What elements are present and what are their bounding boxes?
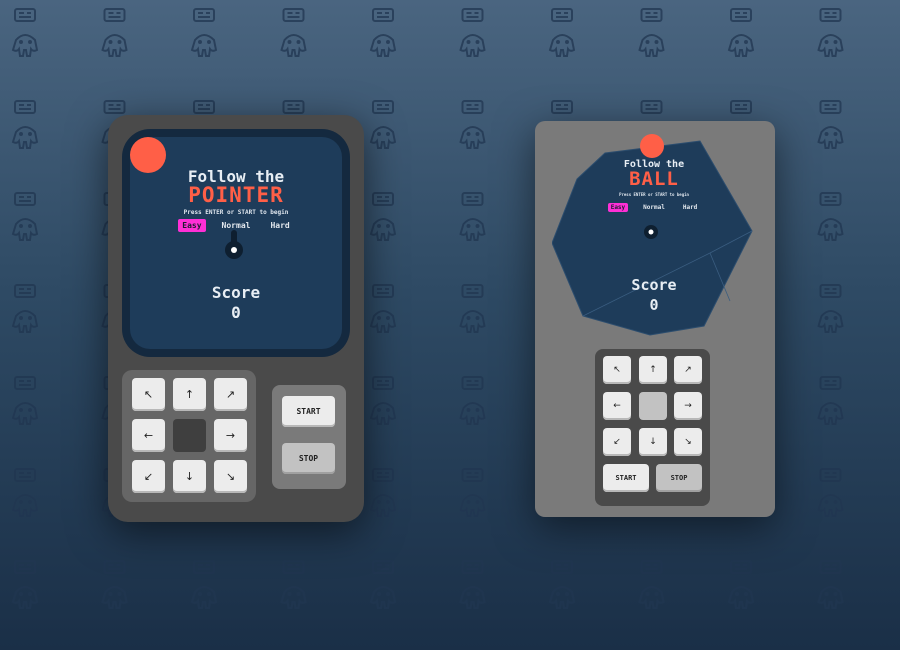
pointer-center-dot xyxy=(231,247,237,253)
start-button[interactable]: START xyxy=(603,464,649,492)
down-left-button[interactable]: ↙ xyxy=(132,460,165,493)
control-panel: START STOP xyxy=(272,385,346,489)
left-button[interactable]: ← xyxy=(132,419,165,452)
stop-button[interactable]: STOP xyxy=(282,443,335,474)
ball-game-device: Follow the BALL Press ENTER or START to … xyxy=(535,121,775,517)
up-button[interactable]: ↑ xyxy=(639,356,667,384)
target-ball xyxy=(130,137,166,173)
direction-pad: ↖ ↑ ↗ ← → ↙ ↓ ↘ xyxy=(122,370,256,502)
score-label: Score xyxy=(211,283,261,302)
stop-button[interactable]: STOP xyxy=(656,464,702,492)
score-value: 0 xyxy=(231,303,241,322)
up-button[interactable]: ↑ xyxy=(173,378,206,411)
up-left-button[interactable]: ↖ xyxy=(603,356,631,384)
score-label: Score xyxy=(631,276,677,294)
down-button[interactable]: ↓ xyxy=(639,428,667,456)
score-value: 0 xyxy=(649,296,659,314)
up-right-button[interactable]: ↗ xyxy=(674,356,702,384)
up-left-button[interactable]: ↖ xyxy=(132,378,165,411)
right-button[interactable]: → xyxy=(674,392,702,420)
dpad-center xyxy=(639,392,667,420)
down-left-button[interactable]: ↙ xyxy=(603,428,631,456)
down-button[interactable]: ↓ xyxy=(173,460,206,493)
down-right-button[interactable]: ↘ xyxy=(214,460,247,493)
pointer-center-dot xyxy=(648,229,654,235)
right-button[interactable]: → xyxy=(214,419,247,452)
pointer-game-device: Follow the POINTER Press ENTER or START … xyxy=(108,115,364,522)
game-screen-display: Follow the POINTER Press ENTER or START … xyxy=(130,137,342,349)
direction-pad: ↖ ↑ ↗ ← → ↙ ↓ ↘ START STOP xyxy=(595,349,710,506)
target-ball xyxy=(640,134,664,158)
start-button[interactable]: START xyxy=(282,396,335,427)
down-right-button[interactable]: ↘ xyxy=(674,428,702,456)
left-button[interactable]: ← xyxy=(603,392,631,420)
dpad-center xyxy=(173,419,206,452)
game-screen-display: Follow the BALL Press ENTER or START to … xyxy=(552,131,756,337)
up-right-button[interactable]: ↗ xyxy=(214,378,247,411)
